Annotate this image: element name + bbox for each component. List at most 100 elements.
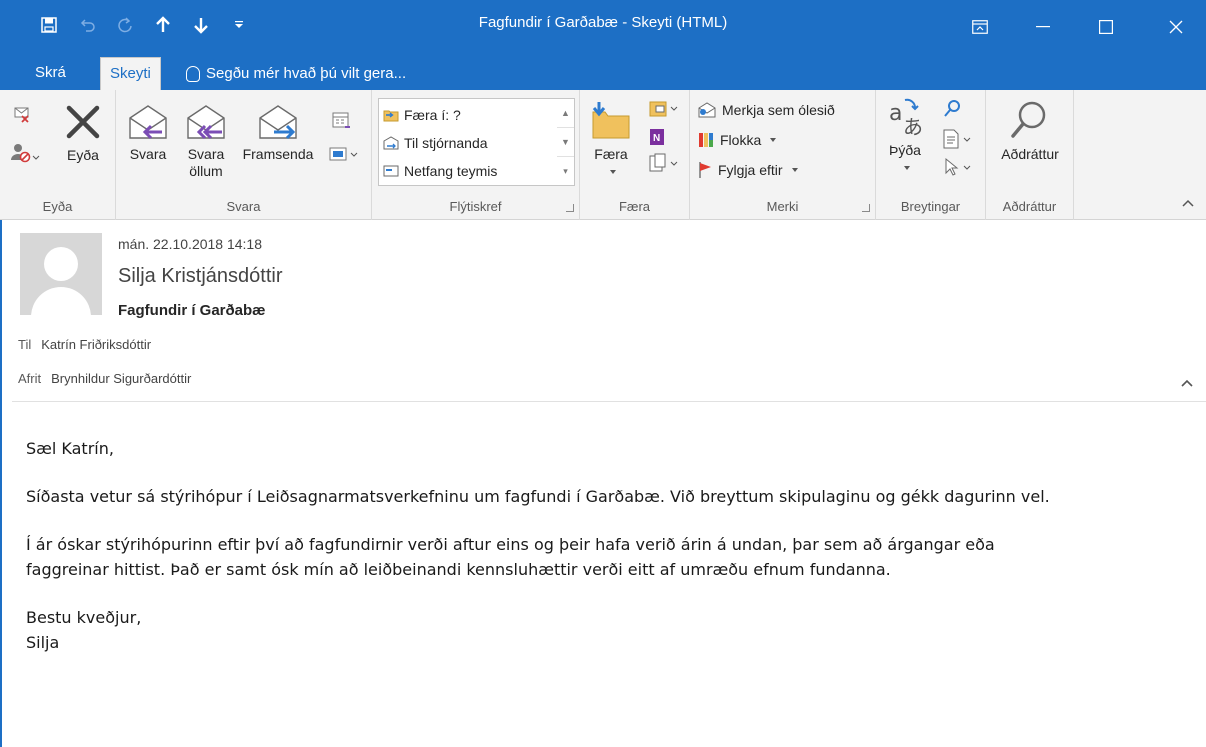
group-tags-label: Merki (766, 199, 799, 214)
scroll-up-icon[interactable]: ▲ (557, 99, 574, 128)
mark-unread-label: Merkja sem ólesið (722, 102, 835, 118)
follow-up-dropdown-icon (791, 168, 798, 172)
forward-button-label: Framsenda (242, 146, 314, 162)
actions-icon[interactable] (646, 152, 682, 174)
tags-dialog-launcher-icon[interactable] (862, 204, 870, 212)
more-respond-icon[interactable] (328, 144, 362, 166)
message-subject: Fagfundir í Garðabæ (118, 302, 266, 319)
group-move-label: Færa (618, 199, 651, 214)
tell-me-search[interactable]: Segðu mér hvað þú vilt gera... (186, 57, 406, 90)
undo-icon[interactable] (68, 10, 106, 40)
to-line: Til Katrín Friðriksdóttir (18, 337, 151, 352)
maximize-icon[interactable] (1080, 0, 1132, 54)
scroll-down-icon[interactable]: ▼ (557, 128, 574, 157)
mark-unread-icon (698, 102, 716, 118)
mark-unread-button[interactable]: Merkja sem ólesið (698, 98, 835, 122)
delete-button-label: Eyða (67, 147, 99, 163)
minimize-icon[interactable] (1017, 0, 1069, 54)
delete-button[interactable]: Eyða (58, 102, 108, 164)
team-email-icon (383, 165, 399, 177)
close-icon[interactable] (1150, 0, 1202, 54)
body-signoff: Bestu kveðjur, Silja (26, 608, 142, 652)
to-manager-icon (383, 136, 399, 150)
translate-icon: aあ (889, 98, 923, 139)
reply-button-label: Svara (129, 146, 167, 162)
move-button-label: Færa (594, 146, 628, 162)
categorize-button[interactable]: Flokka (698, 128, 777, 152)
reply-all-label-line2: öllum (189, 163, 223, 179)
quick-step-team-email[interactable]: Netfang teymis (383, 159, 497, 183)
to-recipient[interactable]: Katrín Friðriksdóttir (41, 337, 151, 352)
redo-icon[interactable] (106, 10, 144, 40)
sender-avatar (20, 233, 102, 315)
group-quick-steps-label: Flýtiskref (449, 199, 502, 214)
follow-up-button[interactable]: Fylgja eftir (698, 158, 798, 182)
previous-item-icon[interactable] (144, 10, 182, 40)
ribbon-display-options-icon[interactable] (954, 0, 1006, 54)
collapse-header-icon[interactable] (1180, 376, 1194, 390)
tell-me-text: Segðu mér hvað þú vilt gera... (206, 65, 407, 82)
message-date: mán. 22.10.2018 14:18 (118, 236, 263, 252)
forward-button[interactable]: Framsenda (234, 102, 322, 163)
block-sender-icon[interactable] (10, 142, 40, 164)
zoom-button-label: Aðdráttur (1001, 146, 1059, 162)
customize-toolbar-icon[interactable] (220, 10, 258, 40)
onenote-icon[interactable]: N (646, 126, 668, 148)
zoom-magnifier-icon (1011, 101, 1046, 138)
reply-button[interactable]: Svara (122, 102, 174, 163)
group-delete-label: Eyða (42, 199, 73, 214)
move-button[interactable]: Færa (586, 98, 636, 180)
find-icon[interactable] (940, 98, 964, 120)
follow-up-label: Fylgja eftir (718, 162, 783, 178)
move-folder-icon (592, 102, 630, 139)
quick-steps-list: Færa í: ? Til stjórnanda Netfang teymis (378, 98, 558, 186)
translate-button[interactable]: aあ Þýða (880, 96, 930, 176)
reply-all-icon (187, 105, 225, 140)
group-editing: aあ Þýða Breytingar (876, 90, 986, 220)
rules-icon[interactable] (646, 98, 682, 122)
group-respond: Svara Svara öllum Framsenda Svara (116, 90, 372, 220)
select-icon[interactable] (940, 156, 976, 178)
translate-label: Þýða (889, 142, 921, 158)
next-item-icon[interactable] (182, 10, 220, 40)
tab-message[interactable]: Skeyti (100, 57, 161, 90)
related-icon[interactable] (940, 128, 976, 150)
meeting-reply-icon[interactable] (330, 110, 352, 132)
ignore-icon[interactable] (12, 104, 34, 126)
svg-text:あ: あ (903, 115, 923, 138)
cc-line: Afrit Brynhildur Sigurðardóttir (18, 371, 191, 386)
quick-step-label: Færa í: ? (404, 107, 461, 123)
sender-name[interactable]: Silja Kristjánsdóttir (118, 265, 283, 288)
expand-gallery-icon[interactable]: ▾ (557, 157, 574, 186)
reply-icon (129, 105, 167, 140)
save-icon[interactable] (30, 10, 68, 40)
ribbon-tabs: Skrá Skeyti Segðu mér hvað þú vilt gera.… (0, 54, 1206, 90)
group-move: Færa N Færa (580, 90, 690, 220)
group-zoom-label: Aðdráttur (1002, 199, 1057, 214)
lightbulb-icon (186, 65, 200, 82)
tab-file[interactable]: Skrá (26, 57, 75, 90)
collapse-ribbon-icon[interactable] (1181, 196, 1195, 210)
cc-label: Afrit (18, 371, 42, 386)
quick-step-move-to[interactable]: Færa í: ? (383, 103, 461, 127)
delete-x-icon (66, 105, 100, 139)
folder-move-icon (383, 110, 399, 122)
to-label: Til (18, 337, 32, 352)
body-greeting: Sæl Katrín, (26, 439, 114, 458)
quick-steps-dialog-launcher-icon[interactable] (566, 204, 574, 212)
categorize-label: Flokka (720, 132, 762, 148)
move-dropdown-icon (609, 170, 616, 175)
cc-recipient[interactable]: Brynhildur Sigurðardóttir (51, 371, 191, 386)
group-respond-label: Svara (226, 199, 261, 214)
quick-steps-scroll[interactable]: ▲ ▼ ▾ (557, 98, 575, 186)
group-zoom: Aðdráttur Aðdráttur (986, 90, 1074, 220)
group-tags: Merkja sem ólesið Flokka Fylgja eftir Me… (690, 90, 876, 220)
quick-step-label: Netfang teymis (404, 163, 498, 179)
header-divider (12, 401, 1206, 402)
reply-all-button[interactable]: Svara öllum (178, 102, 234, 180)
reply-all-label-line1: Svara (187, 146, 225, 162)
quick-step-to-manager[interactable]: Til stjórnanda (383, 131, 488, 155)
zoom-button[interactable]: Aðdráttur (988, 98, 1072, 163)
svg-text:a: a (889, 101, 902, 126)
quick-step-label: Til stjórnanda (404, 135, 488, 151)
